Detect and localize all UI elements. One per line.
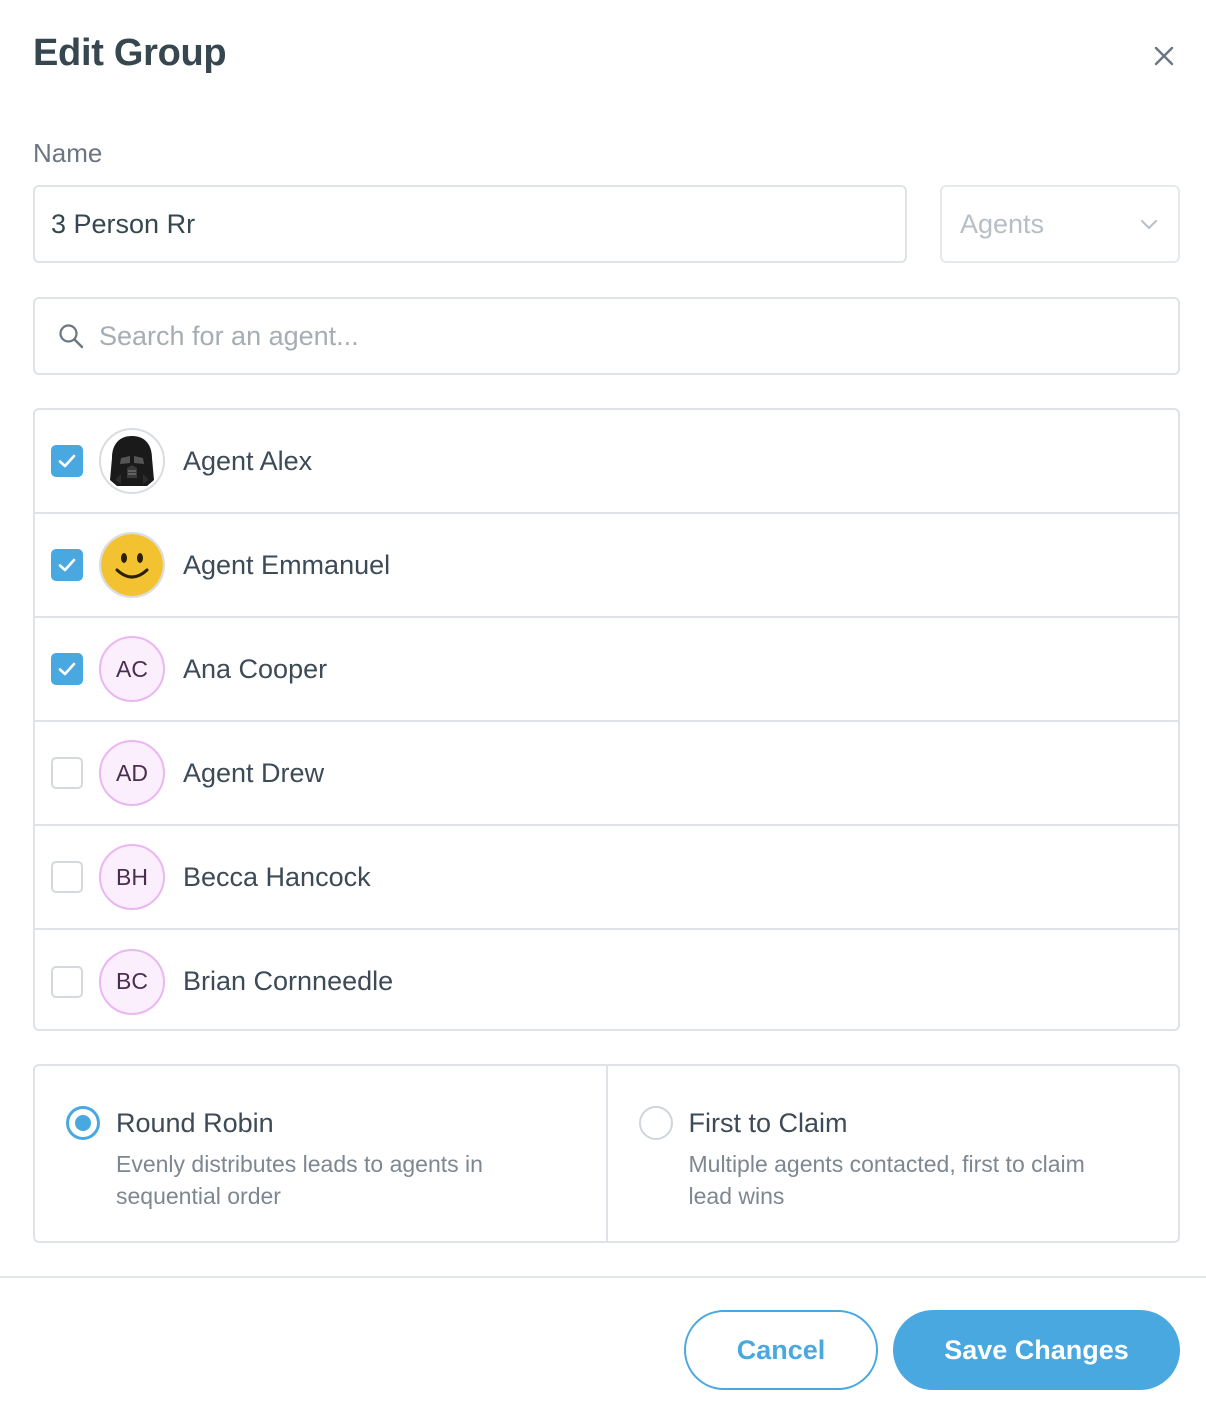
save-changes-button[interactable]: Save Changes (893, 1310, 1180, 1390)
darth-vader-helmet-icon (101, 430, 163, 492)
first-to-claim-radio[interactable] (638, 1106, 673, 1140)
avatar-initials: AC (99, 636, 165, 702)
option-description: Multiple agents contacted, first to clai… (688, 1151, 1085, 1209)
role-select-value: Agents (960, 208, 1045, 239)
checkmark-icon (58, 662, 76, 676)
agent-name: Ana Cooper (183, 653, 328, 684)
agent-row-alex[interactable]: Agent Alex (35, 410, 1178, 514)
distribution-options: Round Robin Evenly distributes leads to … (33, 1064, 1180, 1243)
agent-row-brian-cornneedle[interactable]: BC Brian Cornneedle (35, 930, 1178, 1029)
agent-checkbox[interactable] (51, 445, 83, 477)
round-robin-radio[interactable] (66, 1106, 100, 1140)
agent-row-ana-cooper[interactable]: AC Ana Cooper (35, 618, 1178, 722)
agent-checkbox[interactable] (51, 757, 83, 789)
agent-checkbox[interactable] (51, 861, 83, 893)
avatar-initials: BH (99, 844, 165, 910)
cancel-button[interactable]: Cancel (684, 1310, 878, 1390)
checkmark-icon (58, 558, 76, 572)
agent-search[interactable] (33, 297, 1180, 375)
agent-checkbox[interactable] (51, 549, 83, 581)
agent-name: Agent Emmanuel (183, 549, 391, 580)
group-name-input[interactable] (33, 185, 907, 263)
agent-name: Agent Drew (183, 757, 325, 788)
agent-checkbox[interactable] (51, 965, 83, 998)
edit-group-dialog: Edit Group Name Agents (0, 0, 1206, 1412)
agent-search-input[interactable] (99, 320, 1156, 352)
close-icon (1154, 46, 1174, 66)
chevron-down-icon (1141, 220, 1157, 229)
agent-checkbox[interactable] (51, 653, 83, 685)
agent-row-drew[interactable]: AD Agent Drew (35, 722, 1178, 826)
option-title: Round Robin (116, 1108, 274, 1138)
option-description: Evenly distributes leads to agents in se… (116, 1151, 483, 1209)
avatar (99, 532, 165, 598)
dialog-title: Edit Group (33, 32, 227, 74)
agent-name: Becca Hancock (183, 861, 371, 892)
avatar-initials: AD (99, 740, 165, 806)
close-button[interactable] (1148, 40, 1180, 72)
role-select[interactable]: Agents (940, 185, 1180, 263)
agent-row-becca-hancock[interactable]: BH Becca Hancock (35, 826, 1178, 930)
search-icon (59, 324, 84, 349)
option-title: First to Claim (688, 1108, 848, 1138)
checkmark-icon (58, 454, 76, 468)
name-label: Name (33, 138, 103, 168)
agent-row-emmanuel[interactable]: Agent Emmanuel (35, 514, 1178, 618)
agent-list: Agent Alex Agent Emmanuel AC Ana Cooper … (33, 408, 1180, 1031)
smiley-face-icon (101, 534, 163, 596)
footer-divider (0, 1276, 1206, 1278)
first-to-claim-option[interactable]: First to Claim Multiple agents contacted… (605, 1066, 1179, 1241)
agent-name: Brian Cornneedle (183, 966, 394, 996)
agent-name: Agent Alex (183, 445, 313, 476)
avatar-initials: BC (99, 948, 165, 1015)
avatar (99, 428, 165, 494)
round-robin-option[interactable]: Round Robin Evenly distributes leads to … (35, 1066, 606, 1241)
